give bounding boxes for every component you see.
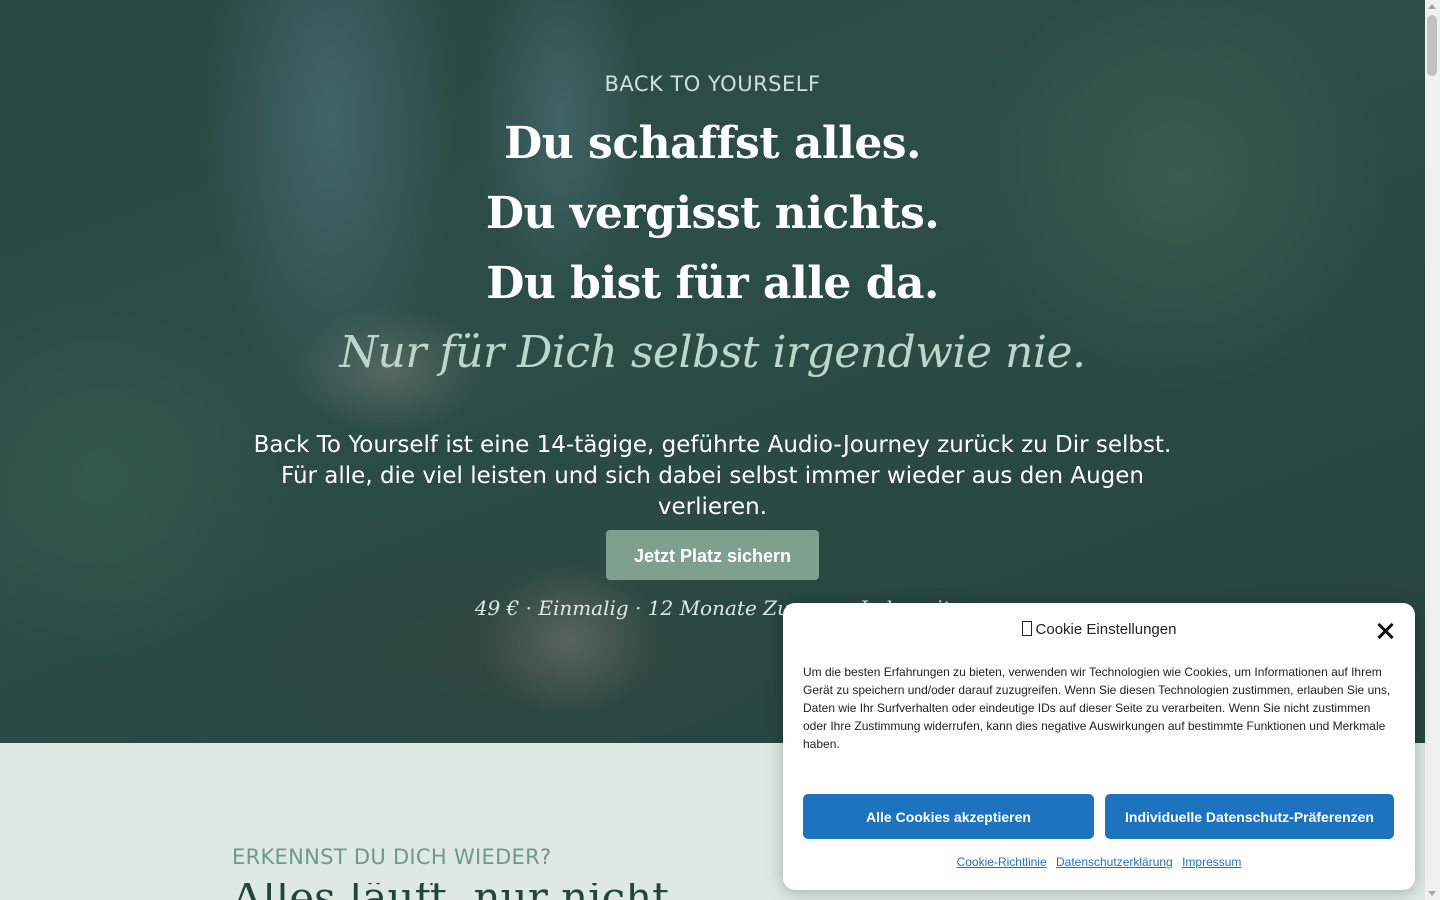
scroll-down-arrow-icon[interactable]	[1428, 891, 1436, 896]
cookie-policy-link[interactable]: Cookie-Richtlinie	[957, 855, 1047, 869]
section-eyebrow: ERKENNST DU DICH WIEDER?	[232, 845, 552, 869]
scroll-up-arrow-icon[interactable]	[1428, 4, 1436, 9]
hero-intro-text: Back To Yourself ist eine 14-tägige, gef…	[253, 432, 1172, 520]
hero-eyebrow: BACK TO YOURSELF	[604, 72, 821, 96]
cookie-dialog-title: Cookie Einstellungen	[783, 621, 1415, 638]
hero-headline-line-2: Du vergisst nichts.	[485, 188, 940, 239]
section-heading-text: Alles läuft, nur nicht	[232, 883, 732, 900]
cookie-dialog-body: Um die besten Erfahrungen zu bieten, ver…	[803, 665, 1391, 751]
privacy-policy-link[interactable]: Datenschutzerklärung	[1056, 855, 1173, 869]
hero-headline-line-1: Du schaffst alles.	[504, 118, 921, 169]
accept-all-cookies-button[interactable]: Alle Cookies akzeptieren	[803, 794, 1094, 839]
hero-headline-line-3: Du bist für alle da.	[486, 258, 939, 309]
page-scrollbar[interactable]	[1425, 0, 1440, 900]
close-icon[interactable]	[1375, 621, 1395, 641]
hero-tagline: Nur für Dich selbst irgendwie nie.	[339, 327, 1086, 378]
scroll-thumb[interactable]	[1427, 15, 1437, 76]
cookie-consent-dialog: Cookie Einstellungen Um die besten Erfah…	[783, 603, 1415, 890]
cookie-dialog-links: Cookie-Richtlinie Datenschutzerklärung I…	[783, 855, 1415, 869]
privacy-preferences-button[interactable]: Individuelle Datenschutz-Präferenzen	[1105, 794, 1394, 839]
section-heading: Alles läuft, nur nicht	[232, 883, 732, 900]
missing-glyph-icon	[1021, 621, 1032, 636]
cookie-title-text: Cookie Einstellungen	[1035, 621, 1177, 638]
imprint-link[interactable]: Impressum	[1182, 855, 1241, 869]
secure-spot-button[interactable]: Jetzt Platz sichern	[606, 530, 819, 580]
